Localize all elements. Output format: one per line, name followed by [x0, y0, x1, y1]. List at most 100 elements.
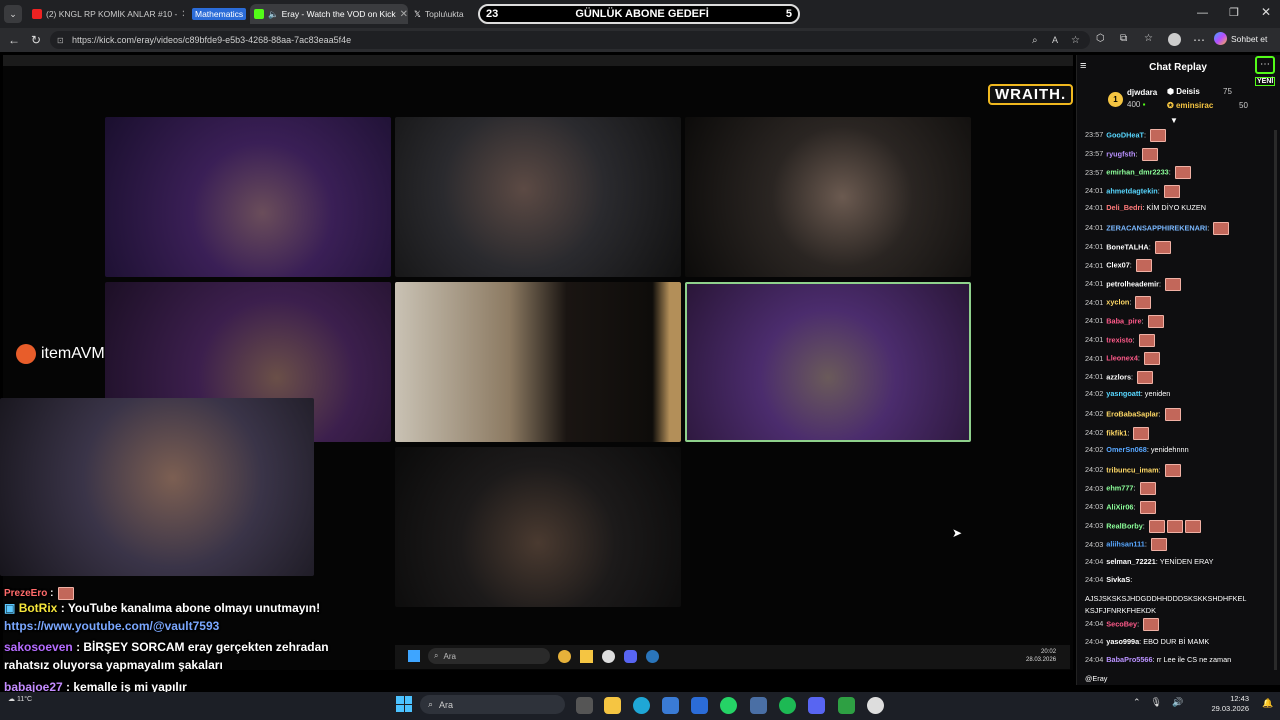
whatsapp-icon[interactable]: [720, 697, 737, 714]
tab-list-button[interactable]: ⌄: [4, 5, 22, 23]
more-menu-icon[interactable]: ⋯: [1193, 33, 1205, 47]
favorites-icon[interactable]: ☆: [1144, 33, 1153, 44]
chat-message: 24:02 yasngoatt: yeniden: [1085, 389, 1263, 398]
back-icon[interactable]: ←: [8, 33, 20, 47]
chat-username[interactable]: ryugfsth: [1106, 149, 1135, 158]
chat-colon: :: [1129, 297, 1134, 307]
chat-username[interactable]: aliihsan111: [1106, 540, 1145, 549]
store-icon[interactable]: [662, 697, 679, 714]
chat-username[interactable]: yaso999a: [1106, 637, 1139, 646]
weather-widget[interactable]: ☁ 11°C: [8, 695, 32, 703]
chat-colon: :: [1158, 279, 1164, 289]
weather-temp: 11°C: [16, 696, 33, 703]
stream-taskbar-apps: [558, 650, 659, 663]
chat-username[interactable]: petrolheademir: [1106, 279, 1159, 288]
chat-username[interactable]: ZERACANSAPPHIREKENARI: [1106, 223, 1207, 232]
url-field[interactable]: ⊡ https://kick.com/eray/videos/c89bfde9-…: [50, 31, 1090, 49]
chat-username[interactable]: Deli_Bedri: [1106, 203, 1142, 212]
chat-colon: :: [1143, 130, 1149, 140]
tray-icons[interactable]: ⌃🎙🔊: [1133, 697, 1193, 708]
close-icon[interactable]: ✕: [177, 9, 184, 20]
chat-username[interactable]: selman_72221: [1106, 557, 1156, 566]
overlay-chat-text: : YouTube kanalıma abone olmayı unutmayı…: [60, 601, 321, 615]
tab-x[interactable]: 𝕏 Toplu\ukta: [410, 4, 480, 24]
copilot-button[interactable]: Sohbet et: [1214, 32, 1267, 45]
minimize-icon[interactable]: —: [1197, 7, 1208, 19]
chat-username[interactable]: xyclon: [1106, 298, 1129, 307]
taskbar-search[interactable]: ⌕ Ara: [420, 695, 565, 714]
notification-icon[interactable]: 🔔: [1262, 698, 1273, 709]
close-window-icon[interactable]: ✕: [1261, 5, 1271, 19]
overlay-chat-user: PrezeEro: [4, 588, 48, 600]
chat-username[interactable]: emirhan_dmr2233: [1106, 168, 1168, 177]
split-screen-icon[interactable]: ⧉: [1120, 33, 1127, 44]
favorite-icon[interactable]: ☆: [1071, 35, 1080, 46]
chat-username[interactable]: SivkaS: [1106, 575, 1130, 584]
avatar[interactable]: [1168, 33, 1181, 46]
chat-username[interactable]: ehm777: [1106, 484, 1133, 493]
chat-username[interactable]: RealBorby: [1106, 521, 1143, 530]
cam-5: [395, 282, 681, 442]
chat-username[interactable]: OmerSn068: [1106, 445, 1147, 454]
chat-username[interactable]: tribuncu_imam: [1106, 465, 1158, 474]
cam-3: [685, 117, 971, 277]
tab-kngl[interactable]: (2) KNGL RP KOMİK ANLAR #10 - ✕: [28, 4, 184, 24]
chat-username[interactable]: BabaPro5566: [1106, 655, 1152, 664]
close-icon[interactable]: ✕: [396, 9, 408, 20]
file-explorer-icon[interactable]: [604, 697, 621, 714]
chat-colon: :: [1135, 149, 1140, 159]
chat-time: 24:01: [1085, 260, 1104, 270]
site-info-icon[interactable]: ⊡: [57, 36, 64, 45]
edge-icon[interactable]: [633, 697, 650, 714]
chat-username[interactable]: ahmetdagtekin: [1106, 186, 1158, 195]
gift-icon: ▪: [1142, 100, 1146, 109]
discord-icon[interactable]: [808, 697, 825, 714]
chat-colon: :: [1127, 428, 1132, 438]
task-view-icon[interactable]: [576, 697, 593, 714]
chat-username[interactable]: AliXir06: [1106, 502, 1133, 511]
spotify-icon[interactable]: [779, 697, 796, 714]
tab-kick-eray[interactable]: 🔈 Eray - Watch the VOD on Kick ✕: [250, 4, 408, 24]
emote-icon: [1150, 538, 1167, 552]
obs-icon: [602, 650, 615, 663]
read-aloud-icon[interactable]: A: [1052, 35, 1058, 45]
leader-3: ✪ eminsirac 50: [1167, 101, 1248, 110]
obs-icon[interactable]: [867, 697, 884, 714]
chat-text: @Eray: [1085, 673, 1108, 683]
search-icon[interactable]: ⌕: [1032, 35, 1038, 46]
chat-time: 24:02: [1085, 428, 1104, 438]
chat-username[interactable]: Lleonex4: [1106, 354, 1138, 363]
chat-username[interactable]: GooDHeaT: [1106, 130, 1144, 139]
chat-scrollbar[interactable]: [1274, 130, 1277, 670]
app-icon[interactable]: [750, 697, 767, 714]
rank-badge: 1: [1108, 92, 1123, 107]
chat-text: KİM DİYO KUZEN: [1146, 203, 1207, 213]
chat-username[interactable]: fikfik1: [1106, 428, 1127, 437]
chevron-down-icon[interactable]: ▼: [1170, 116, 1178, 125]
chat-username[interactable]: EroBabaSaplar: [1106, 409, 1158, 418]
chat-message: 24:03 RealBorby:: [1085, 519, 1263, 533]
overlay-chat-user: sakosoeven: [4, 640, 73, 654]
chat-username[interactable]: azzlors: [1106, 372, 1131, 381]
extensions-icon[interactable]: ⬡: [1096, 33, 1105, 44]
chat-username[interactable]: SecoBey: [1106, 619, 1137, 628]
chat-username[interactable]: BoneTALHA: [1106, 242, 1148, 251]
chat-message: 24:01 xyclon:: [1085, 296, 1263, 310]
copilot-icon: [1214, 32, 1227, 45]
speaker-icon[interactable]: 🔈: [268, 9, 279, 20]
tab-mathematics[interactable]: Mathematics: [188, 4, 248, 24]
chat-options-button[interactable]: ⋯: [1255, 56, 1275, 74]
chat-username[interactable]: Baba_pire: [1106, 316, 1141, 325]
restore-icon[interactable]: ❐: [1229, 6, 1239, 19]
chat-username[interactable]: trexisto: [1106, 335, 1132, 344]
chat-colon: :: [1132, 335, 1137, 345]
windows-start-icon[interactable]: [396, 696, 412, 712]
emote-icon: [1184, 519, 1201, 533]
mail-icon[interactable]: [691, 697, 708, 714]
game-icon[interactable]: [838, 697, 855, 714]
chat-username[interactable]: yasngoatt: [1106, 389, 1140, 398]
chat-username[interactable]: Clex07: [1106, 261, 1130, 270]
taskbar-clock[interactable]: 12:43 29.03.2026: [1205, 694, 1249, 714]
chat-time: 24:04: [1085, 575, 1104, 585]
refresh-icon[interactable]: ↻: [31, 33, 41, 47]
